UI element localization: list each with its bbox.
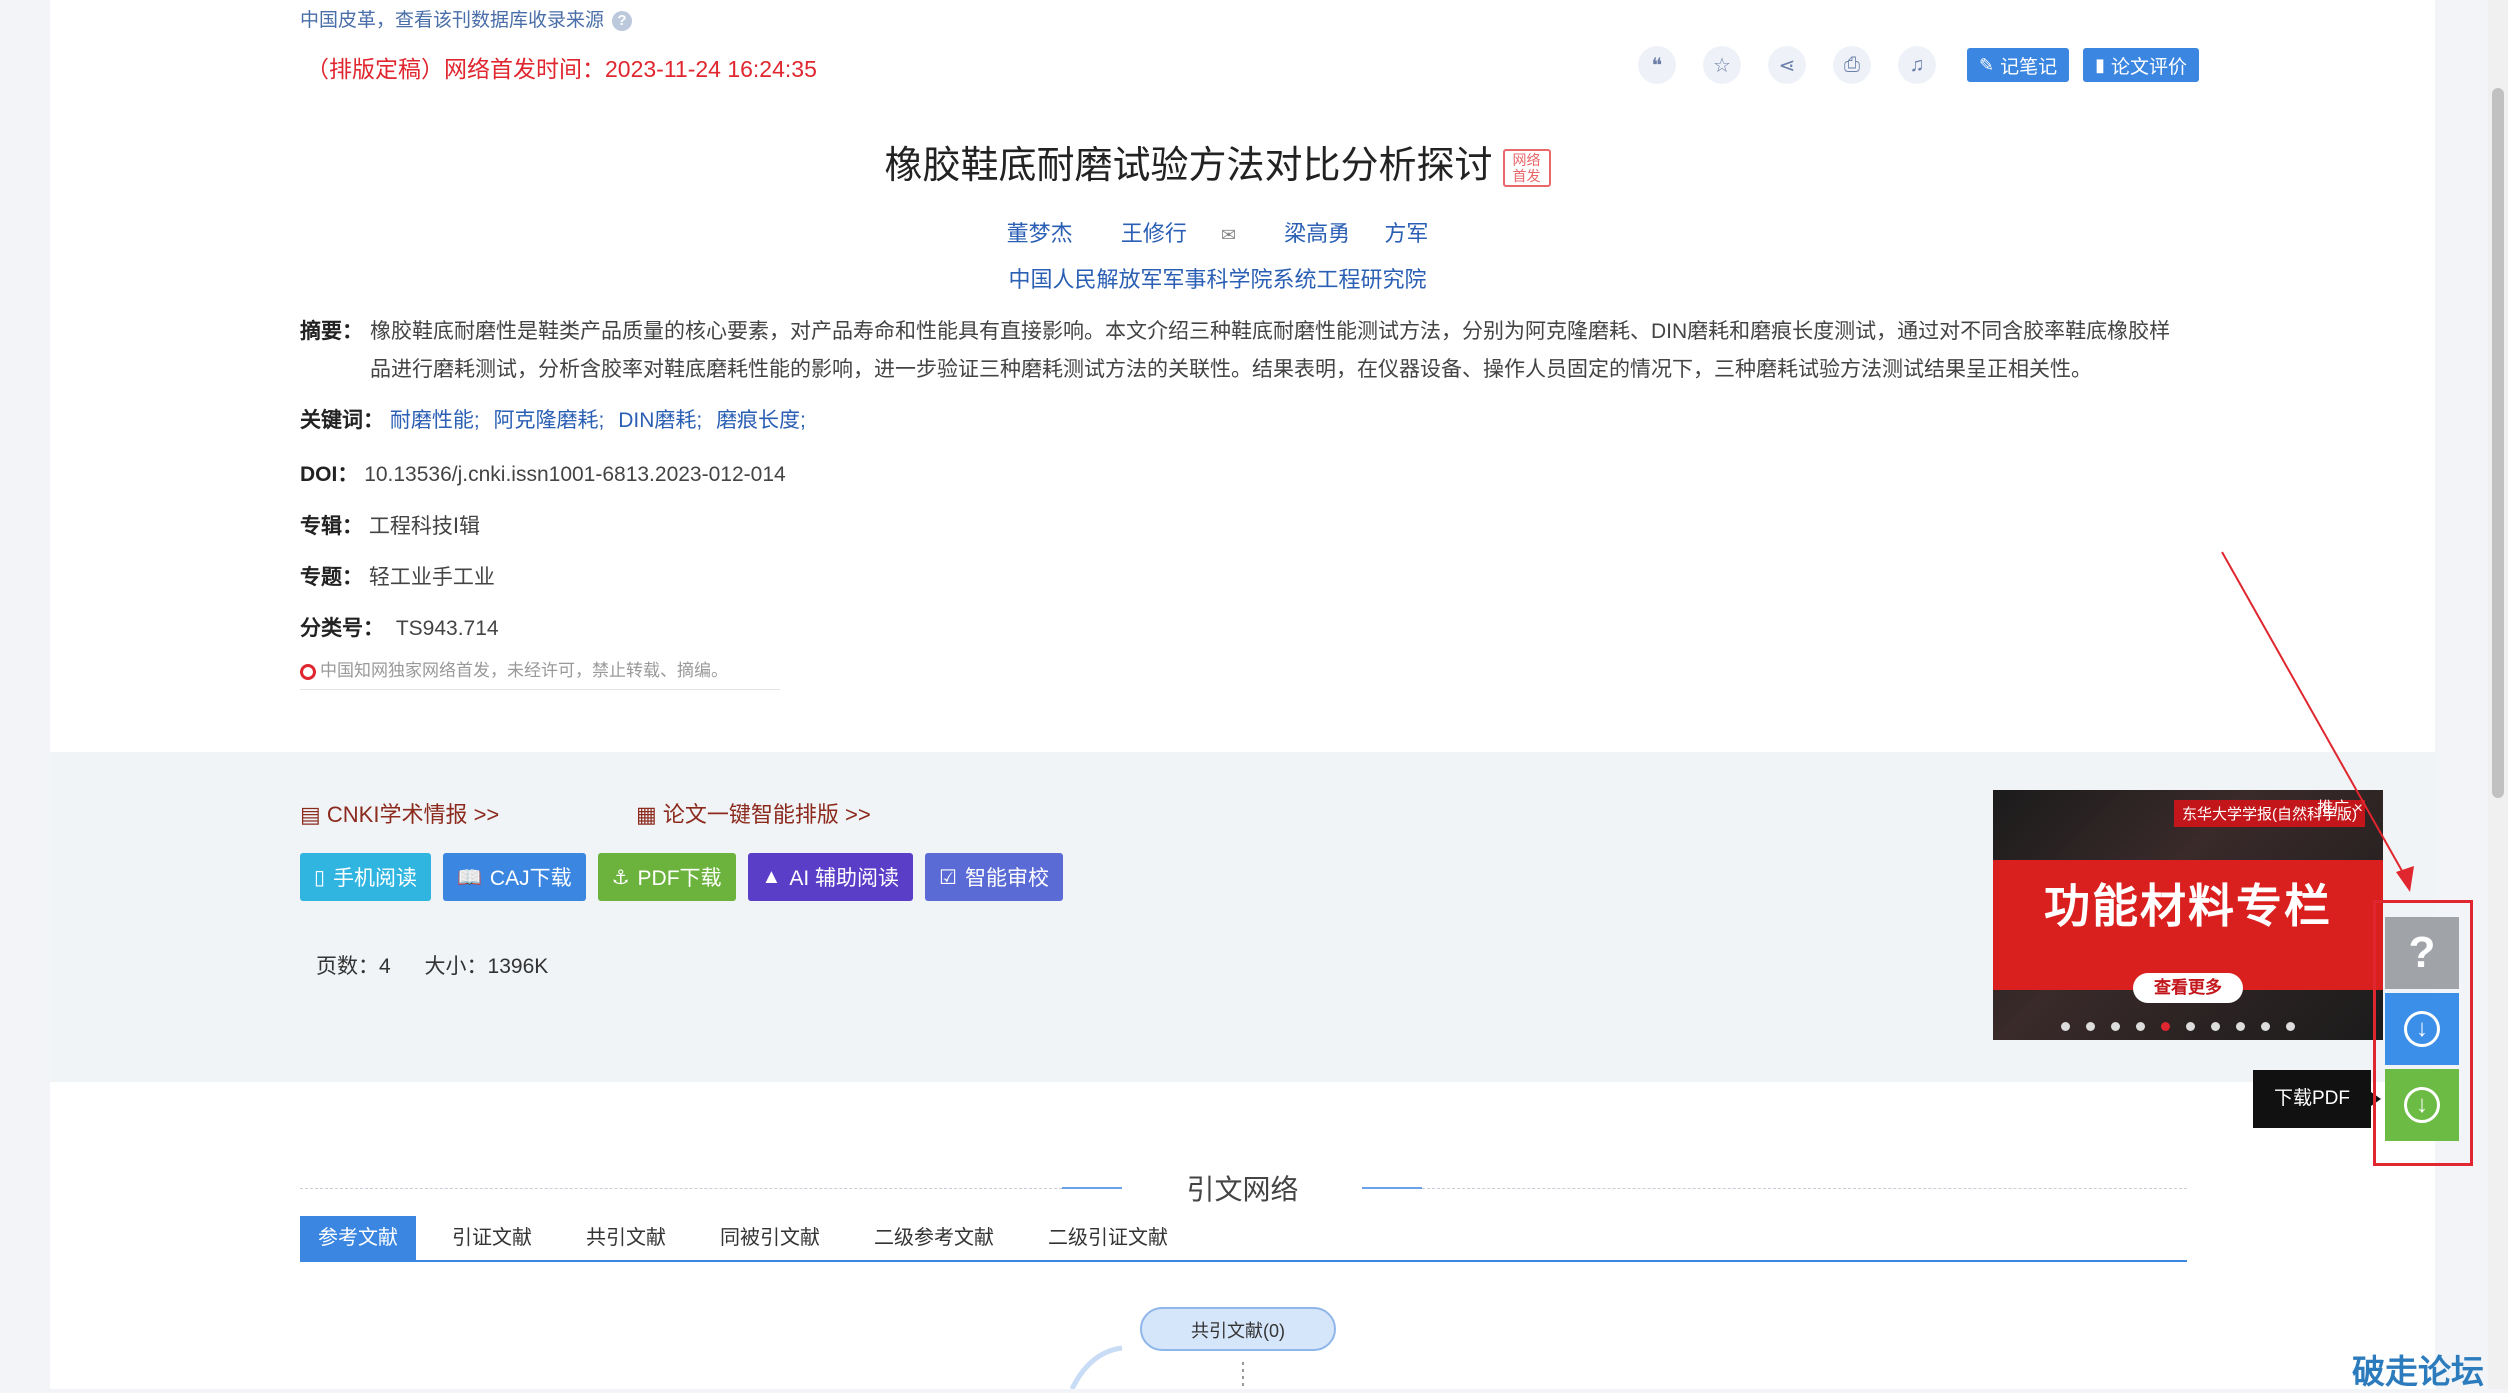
tab-citing[interactable]: 引证文献: [434, 1216, 550, 1260]
network-connector: [1069, 1345, 1244, 1389]
citation-tabs: 参考文献 引证文献 共引文献 同被引文献 二级参考文献 二级引证文献: [300, 1216, 2187, 1262]
connector-curve: [1069, 1345, 1123, 1389]
tab-references[interactable]: 参考文献: [300, 1216, 416, 1260]
forum-watermark: 破走论坛: [2352, 1353, 2484, 1390]
arrow-line: [2221, 551, 2407, 879]
citation-section-title: 引文网络: [1186, 1174, 1299, 1205]
arrow-head: [2396, 866, 2414, 892]
scrollbar-thumb[interactable]: [2492, 88, 2504, 798]
tab-secondary-references[interactable]: 二级参考文献: [856, 1216, 1012, 1260]
tab-co-citation[interactable]: 共引文献: [568, 1216, 684, 1260]
tab-secondary-citing[interactable]: 二级引证文献: [1030, 1216, 1186, 1260]
tab-co-cited[interactable]: 同被引文献: [702, 1216, 838, 1260]
